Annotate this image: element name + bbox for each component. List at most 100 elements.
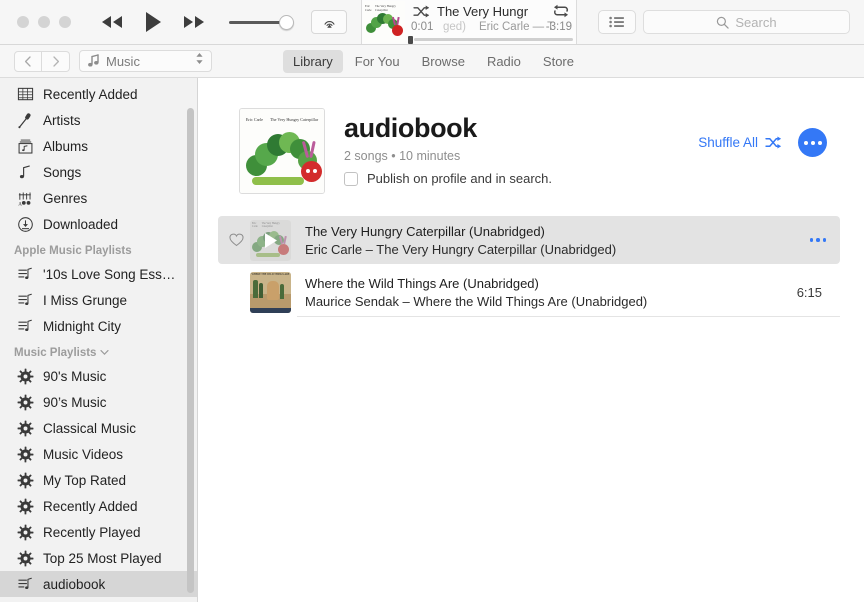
genres-icon: A — [16, 189, 34, 207]
forward-button[interactable] — [42, 50, 70, 72]
sidebar-item-classical-music-2[interactable]: Classical Music — [0, 415, 197, 441]
shuffle-all-button[interactable]: Shuffle All — [698, 135, 782, 150]
sidebar-item-label: Midnight City — [43, 318, 122, 334]
sidebar-item-label: Top 25 Most Played — [43, 550, 162, 566]
fast-forward-button[interactable] — [181, 14, 207, 30]
playlist-icon — [17, 267, 32, 279]
airplay-button[interactable] — [311, 10, 347, 34]
search-icon — [717, 16, 730, 29]
apple-music-playlists-header: Apple Music Playlists — [0, 237, 197, 261]
now-playing-row-meta: 0:01 ged) Eric Carle — T -3:19 — [405, 20, 574, 36]
sidebar-item-genres[interactable]: A Genres — [0, 185, 197, 211]
playlist-icon — [16, 265, 34, 283]
album-icon — [16, 137, 34, 155]
tab-store[interactable]: Store — [533, 50, 584, 73]
volume-knob[interactable] — [279, 14, 294, 30]
gear-icon — [17, 524, 33, 540]
volume-track — [229, 20, 284, 24]
track-list: Eric CarleThe Very Hungry Caterpillar Th… — [198, 216, 864, 317]
tab-library[interactable]: Library — [283, 50, 343, 73]
publish-checkbox[interactable] — [344, 171, 358, 186]
gear-icon — [16, 393, 34, 411]
transport-controls — [99, 11, 207, 33]
track-artwork[interactable]: Eric CarleThe Very Hungry Caterpillar — [250, 219, 291, 261]
source-selector[interactable]: Music — [79, 50, 212, 72]
track-more-button[interactable] — [809, 238, 826, 242]
now-playing-title: The Very Hungr — [437, 4, 529, 19]
sidebar-item-audiobook-8[interactable]: audiobook — [0, 571, 197, 597]
sidebar-item-recently-added[interactable]: Recently Added — [0, 81, 197, 107]
track-row[interactable]: WHERE THE WILD THINGS ARE Where the Wild… — [218, 268, 840, 316]
scrubber-knob[interactable] — [408, 36, 413, 44]
playlist-more-button[interactable] — [798, 128, 827, 157]
now-playing-display[interactable]: Eric Carle The Very Hungry Caterpillar T… — [361, 0, 577, 44]
sidebar-item-midnight-city[interactable]: Midnight City — [0, 313, 197, 339]
sidebar-item-label: '10s Love Song Ess… — [43, 266, 176, 282]
sidebar-item-spotify-9[interactable]: spotify — [0, 597, 197, 602]
playlist-actions: Shuffle All — [698, 128, 827, 157]
volume-slider[interactable] — [229, 14, 294, 30]
sidebar-item-i-miss-grunge[interactable]: I Miss Grunge — [0, 287, 197, 313]
track-title: Where the Wild Things Are (Unabridged) — [305, 275, 539, 291]
main-body: Recently Added Artists Albums Songs A Ge… — [0, 78, 864, 602]
sidebar-item-label: Recently Added — [43, 498, 138, 514]
sidebar-item-90-s-music-0[interactable]: 90's Music — [0, 363, 197, 389]
playlist-subtitle: 2 songs • 10 minutes — [344, 149, 461, 163]
tab-browse[interactable]: Browse — [412, 50, 475, 73]
heart-outline-icon[interactable] — [222, 233, 250, 247]
sidebar-item-albums[interactable]: Albums — [0, 133, 197, 159]
grid-icon — [16, 85, 34, 103]
navigation-bar: Music Library For You Browse Radio Store — [0, 45, 864, 78]
play-button[interactable] — [144, 11, 162, 33]
track-row[interactable]: Eric CarleThe Very Hungry Caterpillar Th… — [218, 216, 840, 264]
window-controls — [17, 16, 71, 28]
tab-radio[interactable]: Radio — [477, 50, 531, 73]
chevron-down-icon[interactable] — [100, 347, 110, 359]
sidebar-item-music-videos-3[interactable]: Music Videos — [0, 441, 197, 467]
search-input[interactable]: Search — [643, 10, 850, 34]
gear-icon — [17, 446, 33, 462]
chevron-right-icon — [52, 55, 59, 67]
back-button[interactable] — [14, 50, 42, 72]
sidebar-item-label: Albums — [43, 138, 89, 154]
music-note-icon — [16, 163, 34, 181]
sidebar-item-recently-played-6[interactable]: Recently Played — [0, 519, 197, 545]
zoom-button[interactable] — [59, 16, 71, 28]
sidebar-item-10s-love-song-ess[interactable]: '10s Love Song Ess… — [0, 261, 197, 287]
playlist-icon — [16, 317, 34, 335]
rewind-button[interactable] — [99, 14, 125, 30]
up-next-button[interactable] — [598, 10, 636, 34]
sidebar-item-top-25-most-played-7[interactable]: Top 25 Most Played — [0, 545, 197, 571]
gear-icon — [17, 368, 33, 384]
download-circle-icon — [16, 215, 34, 233]
page-title: audiobook — [344, 113, 477, 143]
sidebar-item-label: Recently Played — [43, 524, 141, 540]
playback-scrubber[interactable] — [406, 36, 575, 44]
music-playlists-header: Music Playlists — [0, 339, 197, 363]
track-text: Where the Wild Things Are (Unabridged) Ma… — [305, 276, 797, 309]
publish-toggle[interactable]: Publish on profile and in search. — [344, 171, 552, 186]
gear-icon — [16, 445, 34, 463]
genres-icon: A — [18, 191, 31, 207]
microphone-icon — [17, 112, 31, 128]
sidebar-item-label: I Miss Grunge — [43, 292, 128, 308]
gear-icon — [17, 394, 33, 410]
apple-music-playlists-header-label: Apple Music Playlists — [14, 245, 132, 257]
sidebar-item-90-s-music-1[interactable]: 90’s Music — [0, 389, 197, 415]
playlist-icon — [16, 291, 34, 309]
tab-for-you[interactable]: For You — [345, 50, 410, 73]
sidebar-item-songs[interactable]: Songs — [0, 159, 197, 185]
track-text: The Very Hungry Caterpillar (Unabridged)… — [305, 224, 810, 257]
chevron-left-icon — [24, 55, 31, 67]
sidebar-item-recently-added-5[interactable]: Recently Added — [0, 493, 197, 519]
now-playing-overlay[interactable] — [250, 219, 291, 261]
close-button[interactable] — [17, 16, 29, 28]
sidebar-scrollbar[interactable] — [187, 108, 194, 593]
sidebar-item-my-top-rated-4[interactable]: My Top Rated — [0, 467, 197, 493]
sidebar-item-artists[interactable]: Artists — [0, 107, 197, 133]
sidebar-item-label: My Top Rated — [43, 472, 127, 488]
track-artwork[interactable]: WHERE THE WILD THINGS ARE — [250, 271, 291, 313]
sidebar-item-downloaded[interactable]: Downloaded — [0, 211, 197, 237]
ghost-text: ged) — [443, 21, 467, 33]
minimize-button[interactable] — [38, 16, 50, 28]
